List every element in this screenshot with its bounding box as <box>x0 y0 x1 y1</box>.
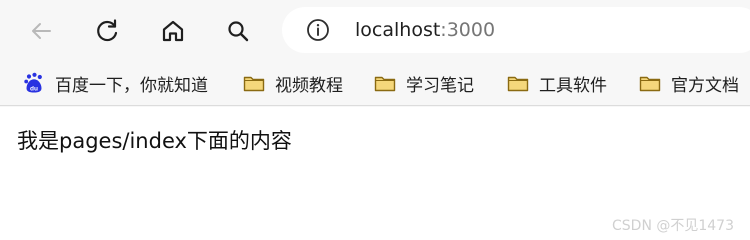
bookmark-label[interactable]: 官方文档 <box>671 71 739 96</box>
folder-icon <box>506 71 530 95</box>
reload-icon <box>97 19 118 42</box>
bookmark-official-docs[interactable]: 官方文档 <box>638 67 739 99</box>
bookmark-label[interactable]: 视频教程 <box>275 71 343 96</box>
bookmark-baidu[interactable]: du 百度一下，你就知道 <box>22 67 208 99</box>
search-button[interactable] <box>219 12 257 50</box>
browser-toolbar: localhost:3000 <box>0 0 750 62</box>
url-text[interactable]: localhost:3000 <box>355 18 495 42</box>
page-content-text: 我是pages/index下面的内容 <box>17 129 292 153</box>
search-icon <box>228 21 249 42</box>
bookmark-label[interactable]: 工具软件 <box>539 71 607 96</box>
bookmark-tools-software[interactable]: 工具软件 <box>506 67 607 99</box>
bookmark-label[interactable]: 学习笔记 <box>406 71 474 96</box>
url-port[interactable]: :3000 <box>440 19 495 41</box>
back-button[interactable] <box>22 12 60 50</box>
folder-icon <box>638 71 662 95</box>
page-content: 我是pages/index下面的内容 CSDN @不见1473 <box>0 107 750 240</box>
info-circle-icon[interactable] <box>306 18 330 42</box>
bookmark-study-notes[interactable]: 学习笔记 <box>373 67 474 99</box>
csdn-watermark: CSDN @不见1473 <box>612 218 734 234</box>
home-button[interactable] <box>154 12 192 50</box>
bookmark-label[interactable]: 百度一下，你就知道 <box>55 71 208 96</box>
reload-button[interactable] <box>88 12 126 50</box>
home-icon <box>162 20 184 42</box>
address-bar[interactable]: localhost:3000 <box>282 7 750 53</box>
bookmark-video-tutorials[interactable]: 视频教程 <box>242 67 343 99</box>
baidu-paw-icon: du <box>22 71 46 95</box>
back-arrow-icon <box>32 23 51 39</box>
bookmarks-bar: du 百度一下，你就知道 视频教程 学习笔记 工具软件 官方文档 <box>0 62 750 106</box>
svg-text:du: du <box>30 85 38 92</box>
folder-icon <box>242 71 266 95</box>
url-host[interactable]: localhost <box>355 19 440 41</box>
browser-window: localhost:3000 du 百度一下，你就知道 视频教程 学习笔记 工具… <box>0 0 750 240</box>
folder-icon <box>373 71 397 95</box>
